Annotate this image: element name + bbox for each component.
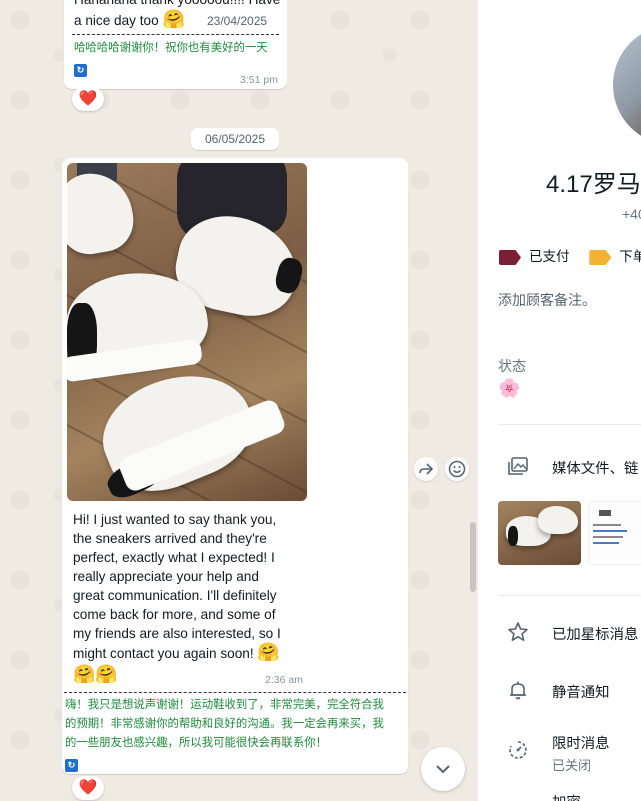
message-text-line: great communication. I'll definitely — [73, 588, 277, 603]
tag-icon — [589, 249, 612, 265]
translation-text: 嗨！我只是想说声谢谢！运动鞋收到了，非常完美，完全符合我 的预期！非常感谢你的帮… — [65, 696, 384, 753]
message-text: Hi! I just wanted to say thank you, the … — [73, 510, 281, 684]
message-time: 2:36 am — [265, 674, 303, 686]
message-text-line: might contact you again soon! 🤗 — [73, 643, 281, 663]
media-icon — [506, 454, 530, 478]
tag-icon — [499, 249, 521, 265]
divider — [498, 424, 641, 425]
date-separator: 06/05/2025 — [191, 128, 279, 150]
translation-divider — [72, 34, 279, 35]
label-text: 已支付 — [529, 249, 570, 264]
message-text-line: come back for more, and some of — [73, 607, 276, 622]
message-text-line: perfect, exactly what I expected! I — [73, 550, 275, 565]
media-thumbnail[interactable] — [588, 501, 641, 565]
heart-reaction[interactable]: ❤️ — [72, 87, 104, 111]
media-label: 媒体文件、链 — [552, 461, 639, 477]
message-text: a nice day too — [74, 13, 159, 28]
media-links-docs-row[interactable]: 媒体文件、链 — [498, 446, 641, 486]
label-text: 下单 — [619, 249, 641, 264]
status-label: 状态 — [498, 358, 526, 374]
hug-emoji: 🤗🤗 — [73, 664, 118, 684]
encryption-row[interactable]: 加密 — [498, 782, 641, 801]
heart-reaction[interactable]: ❤️ — [72, 776, 104, 800]
translation-text: 哈哈哈哈谢谢你！祝你也有美好的一天 — [74, 42, 268, 54]
chat-pane: Hahahaha thank yooooou!!!! Have a nice d… — [0, 0, 477, 801]
message-text-line: a nice day too 🤗 — [74, 10, 185, 30]
mute-notifications-row[interactable]: 静音通知 — [498, 670, 641, 710]
contact-name: 4.17罗马尼 — [546, 171, 641, 198]
translation-line: 嗨！我只是想说声谢谢！运动鞋收到了，非常完美，完全符合我 — [65, 699, 384, 711]
translate-sync-icon[interactable]: ↻ — [65, 755, 78, 773]
status-emoji: 🌸 — [498, 378, 521, 398]
disappearing-label: 限时消息 — [552, 736, 610, 752]
starred-messages-row[interactable]: 已加星标消息 — [498, 612, 641, 652]
contact-info-pane: 4.17罗马尼 +40 已支付 下单 添加顾客备注。 状态 🌸 媒体文件、链 — [477, 0, 641, 801]
hug-emoji: 🤗 — [257, 642, 280, 662]
translation-divider — [64, 692, 406, 693]
smiley-icon[interactable] — [445, 457, 469, 481]
mute-label: 静音通知 — [552, 685, 610, 701]
timer-icon — [506, 738, 530, 762]
scrollbar-thumb[interactable] — [470, 522, 476, 592]
label-list: 已支付 下单 — [499, 245, 641, 265]
message-photo[interactable] — [67, 163, 307, 501]
star-icon — [506, 620, 530, 644]
forward-icon[interactable] — [414, 457, 438, 481]
message-embedded-date: 23/04/2025 — [207, 14, 268, 28]
label-order[interactable]: 下单 — [589, 249, 641, 265]
media-thumbnail[interactable] — [498, 501, 581, 565]
translation-line: 的一些朋友也感兴趣，所以我可能很快会再联系你！ — [65, 737, 327, 749]
bell-icon — [506, 678, 530, 702]
avatar[interactable] — [613, 25, 641, 145]
starred-label: 已加星标消息 — [552, 627, 639, 643]
message-text-line: the sneakers arrived and they're — [73, 531, 267, 546]
translate-sync-icon[interactable]: ↻ — [74, 60, 87, 78]
message-text-line: my friends are also interested, so I — [73, 626, 281, 641]
message-text-line: Hi! I just wanted to say thank you, — [73, 512, 277, 527]
disappearing-status: 已关闭 — [552, 758, 592, 773]
chevron-down-icon[interactable] — [421, 747, 465, 791]
label-paid[interactable]: 已支付 — [499, 249, 573, 265]
message-time: 3:51 pm — [240, 74, 278, 86]
divider — [498, 595, 641, 596]
contact-phone: +40 — [622, 206, 641, 222]
message-text: might contact you again soon! — [73, 646, 254, 661]
message-text-line: Hahahaha thank yooooou!!!! Have — [74, 0, 280, 9]
translation-line: 的预期！非常感谢你的帮助和良好的沟通。我一定会再来买，我 — [65, 718, 384, 730]
encryption-label: 加密 — [552, 791, 581, 801]
message-bubble[interactable]: Hahahaha thank yooooou!!!! Have a nice d… — [64, 0, 287, 89]
message-text-line: really appreciate your help and — [73, 569, 259, 584]
hug-emoji: 🤗 — [162, 9, 185, 29]
disappearing-messages-row[interactable]: 限时消息 已关闭 — [498, 721, 641, 776]
customer-note-field[interactable]: 添加顾客备注。 — [498, 290, 596, 310]
